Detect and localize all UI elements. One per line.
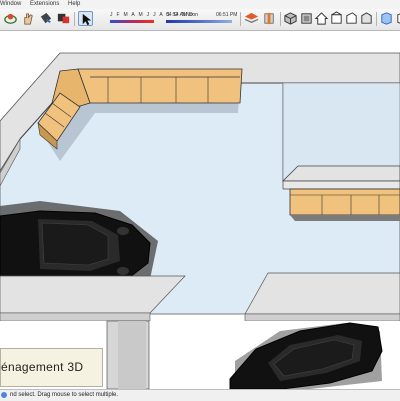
wireframe-icon[interactable] bbox=[395, 11, 400, 26]
menu-extensions[interactable]: Extensions bbox=[30, 0, 59, 9]
title-label: énagement 3D bbox=[1, 360, 84, 374]
top-view-icon[interactable] bbox=[299, 11, 314, 26]
pan-icon[interactable] bbox=[21, 11, 36, 26]
home-view-icon[interactable] bbox=[314, 11, 329, 26]
orbit-icon[interactable] bbox=[3, 11, 18, 26]
menu-help[interactable]: Help bbox=[68, 0, 80, 9]
right-wall-panel bbox=[282, 165, 400, 182]
select-arrow-icon[interactable] bbox=[78, 11, 93, 26]
paint-bucket-icon[interactable] bbox=[38, 11, 53, 26]
component-icon[interactable] bbox=[56, 11, 71, 26]
right-view-icon[interactable] bbox=[344, 11, 359, 26]
time-noon: Noon bbox=[186, 12, 198, 18]
cabinet-row-right bbox=[289, 188, 400, 216]
front-view-icon[interactable] bbox=[329, 11, 344, 26]
time-slider[interactable] bbox=[166, 20, 232, 23]
time-end: 06:51 PM bbox=[216, 12, 238, 18]
status-info-icon bbox=[1, 392, 7, 398]
month-slider[interactable] bbox=[110, 20, 154, 23]
title-label-card: énagement 3D bbox=[0, 348, 103, 387]
status-bar: nd select. Drag mouse to select multiple… bbox=[0, 389, 400, 401]
garage-model-scene bbox=[0, 31, 400, 389]
iso-view-icon[interactable] bbox=[283, 11, 298, 26]
section-plane-icon[interactable] bbox=[262, 11, 277, 26]
floor-slab-right bbox=[244, 272, 400, 315]
xray-icon[interactable] bbox=[379, 11, 394, 26]
menu-window[interactable]: Window bbox=[0, 0, 21, 9]
back-view-icon[interactable] bbox=[359, 11, 374, 26]
layers-icon[interactable] bbox=[244, 11, 259, 26]
model-viewport[interactable]: énagement 3D bbox=[0, 31, 400, 389]
status-text: nd select. Drag mouse to select multiple… bbox=[10, 392, 119, 398]
time-start: 04:54 AM bbox=[166, 12, 188, 18]
toolbar: J F M A M J J A S O N D 04:54 AM Noon 06… bbox=[0, 9, 400, 31]
shadow-settings: J F M A M J J A S O N D 04:54 AM Noon 06… bbox=[98, 11, 238, 28]
cabinet-row-top bbox=[77, 68, 243, 104]
